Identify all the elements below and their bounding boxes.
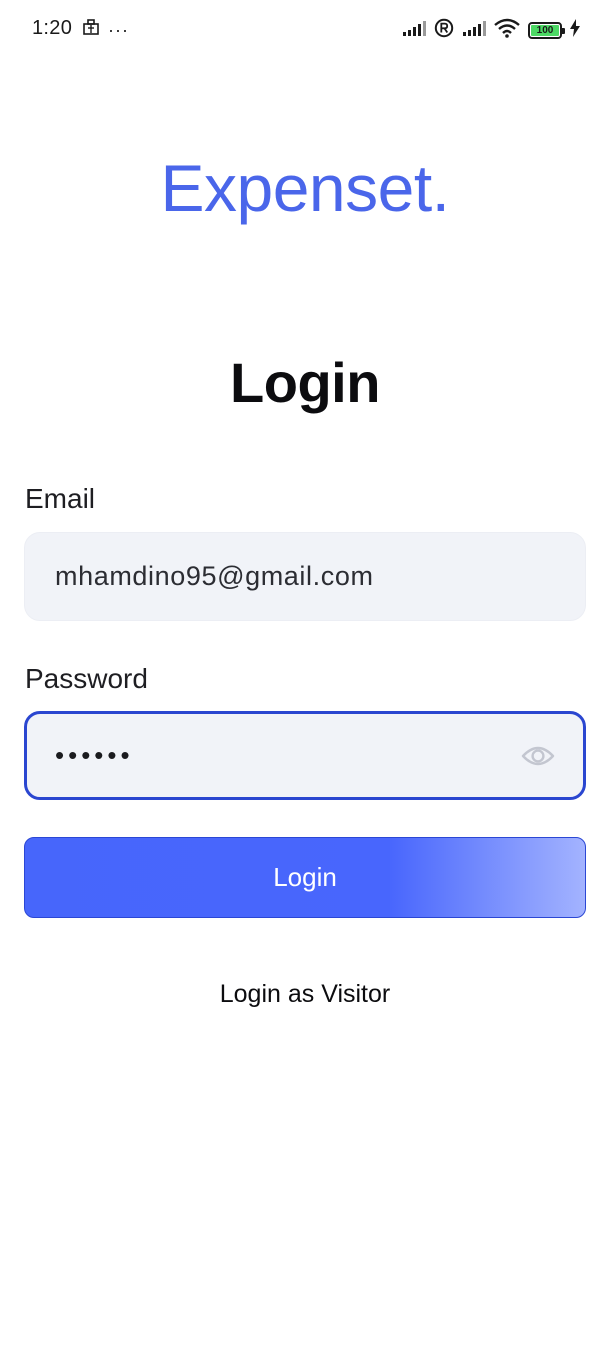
charging-icon <box>570 19 580 42</box>
email-field[interactable]: mhamdino95@gmail.com <box>24 532 586 621</box>
page-title: Login <box>230 351 380 414</box>
status-right-icons: 100 <box>402 18 580 43</box>
password-value: •••••• <box>55 740 134 770</box>
signal-icon <box>402 20 426 41</box>
email-label: Email <box>25 483 96 514</box>
password-label: Password <box>25 663 148 694</box>
password-field[interactable]: •••••• <box>24 711 586 800</box>
wifi-icon <box>494 18 520 43</box>
email-value: mhamdino95@gmail.com <box>55 561 374 591</box>
battery-level: 100 <box>536 24 554 36</box>
signal-icon <box>462 20 486 41</box>
login-as-visitor-link[interactable]: Login as Visitor <box>0 980 610 1009</box>
more-dots-icon: ··· <box>108 19 129 40</box>
status-left-icons: ··· <box>82 18 129 41</box>
eye-icon[interactable] <box>521 744 555 768</box>
login-button-label: Login <box>273 862 337 892</box>
battery-fill: 100 <box>531 25 559 36</box>
login-screen: 1:20 ··· 100 Expenset. Login Email mhamd… <box>0 0 610 1356</box>
battery-icon: 100 <box>528 22 565 39</box>
registered-icon <box>434 18 454 43</box>
status-bar: 1:20 ··· 100 <box>0 0 610 60</box>
brand-logo: Expenset. <box>160 151 450 225</box>
login-button[interactable]: Login <box>24 837 586 918</box>
app-notification-icon <box>82 18 100 41</box>
status-time: 1:20 <box>32 17 73 39</box>
